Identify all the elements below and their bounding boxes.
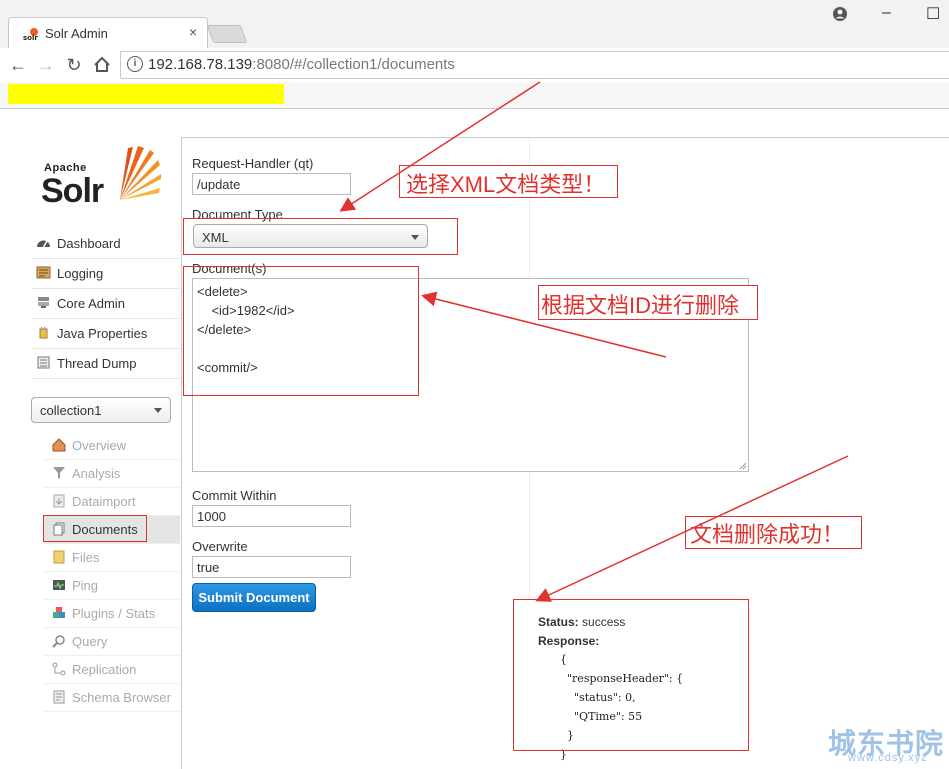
arrow-documents xyxy=(421,291,667,358)
annotation-arrows xyxy=(339,81,849,602)
watermark-url: www.cdsy.xyz xyxy=(848,752,928,764)
arrow-response xyxy=(535,455,849,602)
arrow-doctype xyxy=(339,81,541,212)
